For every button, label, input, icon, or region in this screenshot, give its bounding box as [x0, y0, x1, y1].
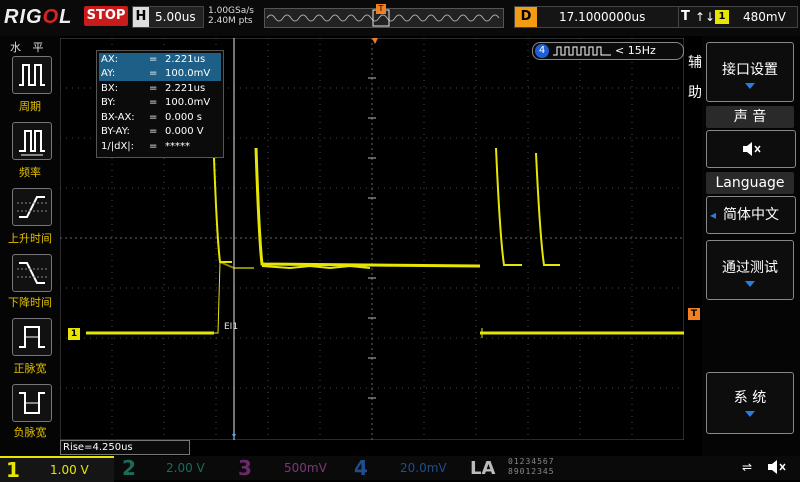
brand-logo: RIGOL [4, 6, 73, 28]
la-digits-row-1: 01234567 [508, 457, 555, 466]
cursor-row: BY-AY: = 0.000 V [101, 126, 204, 137]
channel-1-status[interactable]: 1 1.00 V [0, 456, 114, 482]
speaker-mute-icon [766, 458, 788, 480]
ch1-offset-marker[interactable]: 1 [68, 328, 80, 340]
measure-positive-width-label: 正脉宽 [13, 362, 47, 375]
measure-negative-width-button[interactable] [12, 384, 52, 422]
cursor-row: BY: = 100.0mV [101, 97, 211, 108]
timebase-key: H [133, 7, 149, 27]
frequency-icon [19, 130, 45, 156]
cursor-ab-label: EI1 [224, 322, 239, 332]
pass-fail-button[interactable]: 通过测试 [706, 240, 794, 300]
logic-analyzer-channels: 01234567 89012345 [508, 457, 598, 477]
measure-negative-width-label: 负脉宽 [13, 426, 47, 439]
timebase-value: 5.00us [155, 10, 196, 24]
delay-key: D [515, 7, 537, 27]
cursor-row: AY: = 100.0mV [99, 67, 221, 81]
period-icon [19, 64, 45, 86]
chevron-left-icon: ◂ [710, 208, 717, 222]
system-label: 系 统 [733, 390, 767, 406]
measure-frequency-button[interactable] [12, 122, 52, 160]
frequency-counter[interactable]: 4 < 15Hz [532, 42, 684, 60]
chevron-down-icon [745, 411, 755, 417]
language-value: 简体中文 [723, 207, 779, 223]
sample-rate-info: 1.00GSa/s 2.40M pts [208, 6, 254, 26]
usb-icon: ⇌ [742, 460, 753, 474]
language-header: Language [706, 172, 794, 194]
measure-rise-time-button[interactable] [12, 188, 52, 226]
channel-2-status[interactable]: 2 2.00 V [116, 456, 230, 480]
cursor-readout-table: AX: = 2.221us AY: = 100.0mV BX: = 2.221us BY: =… [96, 50, 224, 158]
cursor-row: AX: = 2.221us [99, 53, 221, 67]
trigger-key: T [681, 9, 690, 24]
trigger-level-marker[interactable]: T [688, 308, 700, 320]
fall-time-icon [17, 262, 47, 284]
sound-toggle-button[interactable] [706, 130, 796, 168]
rise-measurement[interactable]: Rise=4.250us [60, 440, 190, 455]
delay-box[interactable]: D 17.1000000us [514, 6, 696, 28]
measure-period-label: 周期 [19, 100, 41, 113]
positive-width-icon [19, 326, 45, 348]
counter-value: < 15Hz [615, 44, 656, 57]
trigger-edge-icon: ↑↓ [695, 10, 716, 24]
la-digits-row-2: 89012345 [508, 467, 555, 476]
language-select[interactable]: ◂ 简体中文 [706, 196, 796, 234]
cursor-row: BX: = 2.221us [101, 83, 206, 94]
rise-time-icon [17, 196, 47, 218]
cursor-row: 1/|dX|: = ***** [101, 141, 190, 152]
measure-fall-time-label: 下降时间 [8, 296, 52, 309]
speaker-mute-icon [743, 142, 761, 156]
cursor-row: BX-AX: = 0.000 s [101, 112, 203, 123]
measure-frequency-label: 频率 [19, 166, 41, 179]
negative-width-icon [19, 392, 45, 414]
logic-analyzer-label[interactable]: LA [470, 458, 495, 479]
pulse-train-icon [553, 46, 611, 56]
measure-rise-time-label: 上升时间 [8, 232, 52, 245]
sample-rate: 1.00GSa/s [208, 6, 254, 16]
trigger-source: 1 [715, 10, 729, 24]
delay-value: 17.1000000us [559, 10, 646, 24]
measure-period-button[interactable] [12, 56, 52, 94]
aux-label: 辅助 [688, 55, 702, 101]
memory-depth: 2.40M pts [208, 16, 253, 26]
trigger-level: 480mV [743, 10, 786, 24]
channel-4-status[interactable]: 4 20.0mV [348, 456, 462, 480]
trigger-position-marker[interactable]: T [376, 4, 386, 14]
measure-fall-time-button[interactable] [12, 254, 52, 292]
pass-fail-label: 通过测试 [722, 260, 778, 276]
interface-settings-label: 接口设置 [722, 62, 778, 78]
channel-3-status[interactable]: 3 500mV [232, 456, 346, 480]
left-menu-title: 水 平 [10, 41, 48, 54]
timebase-box[interactable]: H 5.00us [132, 6, 204, 28]
chevron-down-icon [745, 281, 755, 287]
sound-header: 声 音 [706, 106, 794, 128]
counter-channel: 4 [535, 44, 549, 58]
trigger-box[interactable]: T ↑↓ 1 480mV [678, 6, 798, 28]
interface-settings-button[interactable]: 接口设置 [706, 42, 794, 102]
run-stop-button[interactable]: STOP [84, 6, 128, 26]
chevron-down-icon [745, 83, 755, 89]
system-button[interactable]: 系 统 [706, 372, 794, 434]
measure-positive-width-button[interactable] [12, 318, 52, 356]
